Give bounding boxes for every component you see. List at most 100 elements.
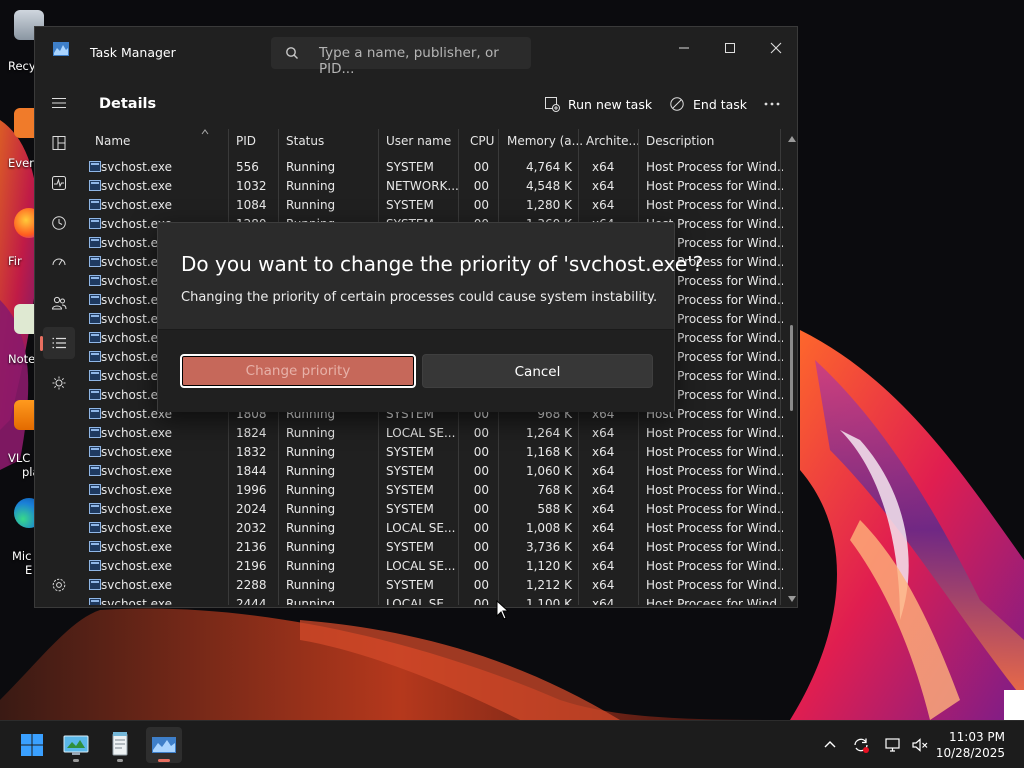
cell-memory: 1,100 K bbox=[525, 597, 572, 605]
system-clock[interactable]: 11:03 PM 10/28/2025 bbox=[936, 729, 1005, 761]
cell-name: svchost.exe bbox=[101, 464, 172, 478]
cell-pid: 2136 bbox=[236, 540, 267, 554]
cell-cpu: 00 bbox=[473, 578, 489, 592]
taskbar-app-task-manager[interactable] bbox=[146, 727, 182, 763]
process-icon bbox=[89, 560, 101, 571]
column-header-memory[interactable]: Memory (a... bbox=[507, 134, 583, 154]
cell-architecture: x64 bbox=[592, 445, 615, 459]
change-priority-button[interactable]: Change priority bbox=[180, 354, 416, 388]
cell-pid: 2288 bbox=[236, 578, 267, 592]
nav-item-users[interactable] bbox=[43, 287, 75, 319]
column-header-status[interactable]: Status bbox=[286, 134, 324, 154]
cell-name: svchost.exe bbox=[101, 521, 172, 535]
show-hidden-icons-button[interactable] bbox=[821, 736, 839, 754]
maximize-button[interactable] bbox=[707, 33, 753, 63]
table-row[interactable]: svchost.exe 2444 Running LOCAL SE... 00 1,100… bbox=[83, 595, 783, 605]
cell-user-name: LOCAL SE... bbox=[386, 597, 456, 605]
cell-memory: 1,168 K bbox=[525, 445, 572, 459]
start-button[interactable] bbox=[14, 727, 50, 763]
change-priority-dialog: Do you want to change the priority of 's… bbox=[157, 222, 703, 412]
nav-item-startup-apps[interactable] bbox=[43, 247, 75, 279]
tray-sync[interactable] bbox=[852, 736, 870, 754]
cell-status: Running bbox=[286, 578, 336, 592]
table-row[interactable]: svchost.exe 2288 Running SYSTEM 00 1,212 K x64… bbox=[83, 576, 783, 595]
task-manager-icon bbox=[152, 737, 176, 753]
nav-item-details[interactable] bbox=[40, 327, 75, 359]
table-row[interactable]: svchost.exe 2136 Running SYSTEM 00 3,736 K x64… bbox=[83, 538, 783, 557]
cell-status: Running bbox=[286, 597, 336, 605]
cell-architecture: x64 bbox=[592, 179, 615, 193]
cell-pid: 556 bbox=[236, 160, 259, 174]
cell-description: Host Process for Wind... bbox=[646, 597, 783, 605]
process-icon bbox=[89, 484, 101, 495]
close-button[interactable] bbox=[753, 33, 799, 63]
cell-architecture: x64 bbox=[592, 559, 615, 573]
cell-user-name: SYSTEM bbox=[386, 483, 434, 497]
nav-item-settings[interactable] bbox=[43, 569, 75, 601]
nav-hamburger-button[interactable] bbox=[43, 87, 75, 119]
maximize-icon bbox=[725, 43, 735, 53]
scroll-up-arrow-icon[interactable] bbox=[788, 136, 796, 142]
table-row[interactable]: svchost.exe 1032 Running NETWORK... 00 4,548 … bbox=[83, 177, 783, 196]
table-row[interactable]: svchost.exe 1844 Running SYSTEM 00 1,060 K x64… bbox=[83, 462, 783, 481]
column-header-user-name[interactable]: User name bbox=[386, 134, 451, 154]
run-new-task-button[interactable]: Run new task bbox=[544, 91, 654, 119]
column-header-cpu[interactable]: CPU bbox=[470, 134, 494, 154]
scroll-down-arrow-icon[interactable] bbox=[788, 596, 796, 602]
cell-description: Host Process for Wind... bbox=[646, 521, 783, 535]
taskbar-app-notepad[interactable] bbox=[102, 727, 138, 763]
column-header-description[interactable]: Description bbox=[646, 134, 714, 154]
scrollbar-thumb[interactable] bbox=[790, 325, 793, 411]
cell-cpu: 00 bbox=[473, 179, 489, 193]
column-header-architecture[interactable]: Archite... bbox=[586, 134, 640, 154]
startup-apps-icon bbox=[52, 258, 66, 266]
cell-name: svchost.exe bbox=[101, 160, 172, 174]
cancel-button[interactable]: Cancel bbox=[422, 354, 653, 388]
dialog-button-area: Change priority Cancel bbox=[158, 329, 674, 412]
cell-memory: 4,764 K bbox=[525, 160, 572, 174]
process-icon bbox=[89, 541, 101, 552]
run-new-task-icon bbox=[545, 97, 560, 112]
title-bar[interactable]: Task Manager Type a name, publisher, or … bbox=[35, 27, 797, 77]
minimize-button[interactable] bbox=[661, 33, 707, 63]
table-row[interactable]: svchost.exe 2196 Running LOCAL SE... 00 1,120… bbox=[83, 557, 783, 576]
cell-memory: 4,548 K bbox=[525, 179, 572, 193]
vertical-scrollbar[interactable] bbox=[787, 132, 797, 606]
end-task-button[interactable]: End task bbox=[669, 91, 749, 119]
nav-item-services[interactable] bbox=[43, 367, 75, 399]
table-row[interactable]: svchost.exe 2032 Running LOCAL SE... 00 1,008… bbox=[83, 519, 783, 538]
search-icon bbox=[286, 47, 298, 59]
column-header-name[interactable]: Name bbox=[95, 134, 130, 154]
taskbar: 11:03 PM 10/28/2025 bbox=[0, 720, 1024, 768]
cell-name: svchost.exe bbox=[101, 578, 172, 592]
nav-item-processes[interactable] bbox=[43, 127, 75, 159]
tray-volume[interactable] bbox=[911, 736, 929, 754]
table-row[interactable]: svchost.exe 1824 Running LOCAL SE... 00 1,264… bbox=[83, 424, 783, 443]
table-row[interactable]: svchost.exe 556 Running SYSTEM 00 4,764 K x64 H… bbox=[83, 158, 783, 177]
cell-name: svchost.exe bbox=[101, 426, 172, 440]
nav-item-app-history[interactable] bbox=[43, 207, 75, 239]
taskbar-app-control-panel[interactable] bbox=[58, 727, 94, 763]
more-options-button[interactable] bbox=[763, 91, 783, 119]
cell-pid: 2196 bbox=[236, 559, 267, 573]
cell-user-name: LOCAL SE... bbox=[386, 521, 456, 535]
tray-display[interactable] bbox=[884, 736, 902, 754]
cell-memory: 1,008 K bbox=[525, 521, 572, 535]
process-icon bbox=[89, 465, 101, 476]
process-icon bbox=[89, 275, 101, 286]
column-header-pid[interactable]: PID bbox=[236, 134, 256, 154]
table-row[interactable]: svchost.exe 1996 Running SYSTEM 00 768 K x64 Ho… bbox=[83, 481, 783, 500]
cell-name: svchost.exe bbox=[101, 179, 172, 193]
search-input[interactable]: Type a name, publisher, or PID... bbox=[271, 37, 531, 77]
table-row[interactable]: svchost.exe 1832 Running SYSTEM 00 1,168 K x64… bbox=[83, 443, 783, 462]
table-row[interactable]: svchost.exe 2024 Running SYSTEM 00 588 K x64 Ho… bbox=[83, 500, 783, 519]
process-icon bbox=[89, 332, 101, 343]
table-row[interactable]: svchost.exe 1084 Running SYSTEM 00 1,280 K x64… bbox=[83, 196, 783, 215]
display-icon bbox=[885, 738, 900, 752]
process-icon bbox=[89, 598, 101, 605]
process-icon bbox=[89, 579, 101, 590]
nav-item-performance[interactable] bbox=[43, 167, 75, 199]
process-icon bbox=[89, 237, 101, 248]
cell-user-name: SYSTEM bbox=[386, 464, 434, 478]
cell-description: Host Process for Wind... bbox=[646, 464, 783, 478]
